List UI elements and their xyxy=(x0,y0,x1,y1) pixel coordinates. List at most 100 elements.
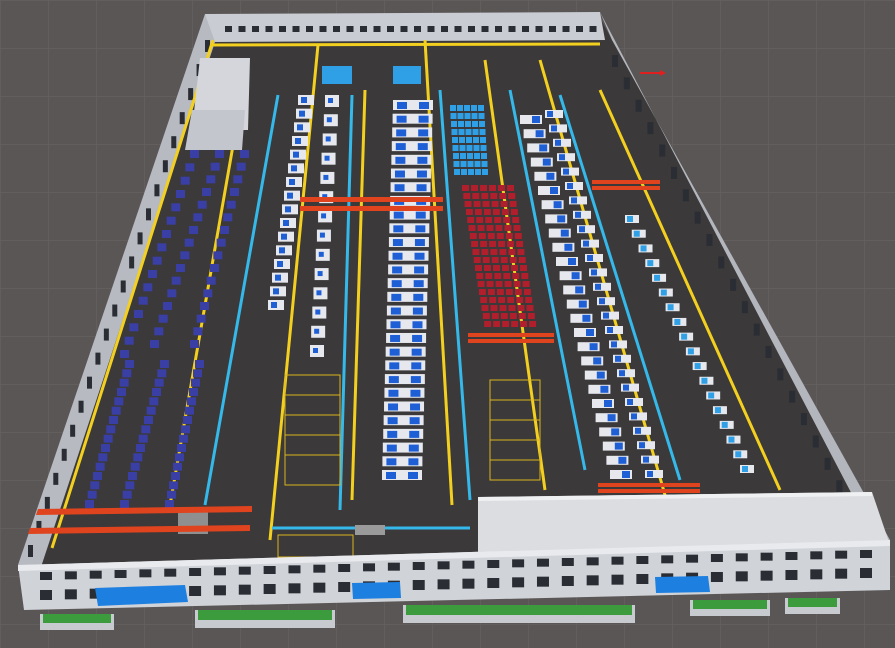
red-rack xyxy=(484,321,492,327)
wall-window xyxy=(611,574,624,585)
wall-window xyxy=(686,554,699,563)
red-rack xyxy=(494,273,502,279)
storage-rack xyxy=(230,188,239,196)
storage-rack xyxy=(109,416,118,424)
wall-window xyxy=(437,579,450,590)
cnc-machine-panel xyxy=(388,376,399,384)
pallet xyxy=(466,145,473,151)
cnc-machine-panel xyxy=(408,458,419,466)
red-rack xyxy=(502,265,509,271)
wall-window xyxy=(586,575,599,586)
storage-rack xyxy=(144,416,153,424)
wall-window xyxy=(179,112,185,125)
machine-panel xyxy=(546,172,555,180)
red-rack xyxy=(511,321,519,327)
machine-panel xyxy=(589,343,598,351)
storage-rack xyxy=(163,302,172,310)
wall-window xyxy=(741,301,748,314)
machine-panel xyxy=(575,211,581,218)
red-rack xyxy=(485,217,493,223)
pallet xyxy=(459,137,465,143)
wall-window xyxy=(400,26,408,32)
cnc-machine-panel xyxy=(418,129,429,137)
storage-rack xyxy=(157,369,167,378)
wall-window xyxy=(263,566,276,574)
red-rack xyxy=(503,217,511,223)
storage-rack xyxy=(95,462,105,471)
wall-window xyxy=(860,568,872,578)
pallet xyxy=(475,169,481,175)
storage-rack xyxy=(167,289,177,298)
storage-rack xyxy=(206,175,216,184)
cnc-machine-panel xyxy=(417,143,428,151)
storage-rack xyxy=(181,425,190,434)
wall-window xyxy=(760,570,773,581)
red-rack xyxy=(517,305,525,311)
red-rack xyxy=(505,233,513,239)
machine-panel xyxy=(681,333,688,340)
wall-window xyxy=(535,26,543,32)
cnc-machine-panel xyxy=(412,307,423,315)
wall-window xyxy=(252,26,259,32)
wall-window xyxy=(427,26,435,32)
wall-window xyxy=(508,26,516,32)
machine-panel xyxy=(667,304,674,311)
red-rack xyxy=(499,305,507,311)
cnc-machine-panel xyxy=(396,129,407,137)
cnc-machine-panel xyxy=(321,213,327,219)
red-rack xyxy=(486,225,494,231)
cnc-machine-panel xyxy=(416,170,427,178)
cnc-machine-panel xyxy=(297,124,303,131)
cnc-machine-panel xyxy=(291,165,297,172)
machine-panel xyxy=(627,216,633,222)
machine-panel xyxy=(564,243,573,251)
red-rack xyxy=(490,305,498,311)
wall-window xyxy=(512,577,525,588)
cnc-machine-panel xyxy=(299,110,305,117)
cnc-machine-panel xyxy=(414,252,425,260)
cnc-machine-panel xyxy=(301,97,307,103)
wall-window xyxy=(536,576,549,587)
wall-window xyxy=(671,166,678,179)
storage-rack xyxy=(226,200,236,209)
storage-rack xyxy=(120,500,129,508)
wall-window xyxy=(576,26,583,32)
machine-panel xyxy=(742,466,748,472)
storage-rack xyxy=(149,397,159,406)
red-rack xyxy=(480,297,488,303)
storage-rack xyxy=(150,340,159,348)
red-rack xyxy=(504,225,512,231)
wall-window xyxy=(189,568,202,576)
wall-window xyxy=(225,26,232,32)
cnc-machine-panel xyxy=(410,376,421,384)
pallet xyxy=(478,105,484,111)
wall-window xyxy=(171,136,177,149)
red-rack xyxy=(510,209,518,215)
wall-window xyxy=(387,26,394,32)
red-rack xyxy=(495,281,503,287)
storage-rack xyxy=(210,264,219,272)
storage-rack xyxy=(173,462,182,471)
cnc-machine-panel xyxy=(271,302,277,308)
wall-window xyxy=(70,424,76,437)
red-rack xyxy=(491,201,499,207)
wall-window xyxy=(694,211,701,224)
red-rack xyxy=(494,217,502,223)
machine-panel xyxy=(583,240,589,247)
storage-rack xyxy=(98,453,108,462)
wall-window xyxy=(53,472,59,485)
red-rack xyxy=(469,233,477,239)
cnc-machine-panel xyxy=(417,156,428,164)
machine-panel xyxy=(643,456,649,463)
storage-rack xyxy=(240,150,249,158)
pallet xyxy=(460,153,466,159)
wall-window xyxy=(387,562,400,571)
machine-panel xyxy=(586,329,594,336)
wall-window xyxy=(789,390,796,403)
storage-rack xyxy=(90,481,100,490)
red-rack xyxy=(499,249,507,255)
wall-window xyxy=(213,567,226,576)
storage-rack xyxy=(160,360,169,368)
red-rack xyxy=(529,321,537,327)
cnc-machine-panel xyxy=(414,266,425,274)
